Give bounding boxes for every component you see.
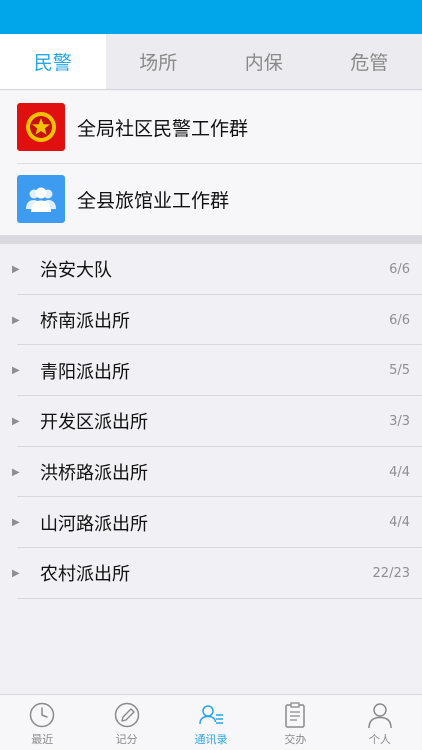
nav-label: 交办 [284,733,307,746]
tab-venues[interactable]: 场所 [106,34,212,89]
department-item[interactable]: ▶ 桥南派出所 6/6 [0,295,422,346]
department-item[interactable]: ▶ 山河路派出所 4/4 [0,497,422,548]
department-name: 洪桥路派出所 [40,463,148,485]
department-name: 山河路派出所 [40,513,148,535]
nav-label: 最近 [31,733,54,746]
tab-internal-security[interactable]: 内保 [211,34,317,89]
nav-label: 通讯录 [194,733,228,746]
nav-label: 个人 [368,733,391,746]
nav-label: 记分 [115,733,138,746]
department-item[interactable]: ▶ 开发区派出所 3/3 [0,396,422,447]
group-name: 全局社区民警工作群 [77,117,249,140]
member-count: 5/5 [389,363,410,379]
clock-icon [29,702,55,728]
person-icon [368,703,392,729]
group-list: 全局社区民警工作群 全县旅馆业工作群 [0,91,422,235]
expand-arrow-icon: ▶ [12,466,20,478]
department-item[interactable]: ▶ 治安大队 6/6 [0,244,422,295]
nav-contacts[interactable]: 通讯录 [169,695,253,750]
member-count: 4/4 [389,515,410,531]
department-name: 开发区派出所 [40,412,148,434]
department-name: 农村派出所 [40,564,130,586]
section-divider [0,235,422,244]
expand-arrow-icon: ▶ [12,567,20,579]
group-name: 全县旅馆业工作群 [77,189,230,212]
expand-arrow-icon: ▶ [12,415,20,427]
clipboard-icon [285,702,306,728]
group-item-hotel-industry[interactable]: 全县旅馆业工作群 [0,163,422,235]
member-count: 4/4 [389,464,410,480]
expand-arrow-icon: ▶ [12,517,20,529]
tab-police[interactable]: 民警 [0,34,106,89]
expand-arrow-icon: ▶ [12,263,20,275]
member-count: 22/23 [372,565,410,581]
group-item-community-police[interactable]: 全局社区民警工作群 [0,91,422,163]
expand-arrow-icon: ▶ [12,365,20,377]
pencil-icon [114,702,139,728]
member-count: 6/6 [389,312,410,328]
bottom-tab-bar: 最近 记分 通讯录 交办 个人 [0,694,422,750]
nav-assigned-tasks[interactable]: 交办 [253,695,337,750]
nav-scoring[interactable]: 记分 [84,695,168,750]
police-emblem-icon [17,103,65,151]
department-item[interactable]: ▶ 农村派出所 22/23 [0,548,422,599]
department-item[interactable]: ▶ 青阳派出所 5/5 [0,345,422,396]
nav-profile[interactable]: 个人 [338,695,422,750]
category-tabs: 民警 场所 内保 危管 [0,34,422,90]
group-people-icon [17,175,65,223]
department-item[interactable]: ▶ 洪桥路派出所 4/4 [0,447,422,498]
department-list: ▶ 治安大队 6/6 ▶ 桥南派出所 6/6 ▶ 青阳派出所 5/5 ▶ 开发区… [0,244,422,599]
department-name: 桥南派出所 [40,311,130,333]
expand-arrow-icon: ▶ [12,314,20,326]
contacts-icon [199,705,224,725]
department-name: 青阳派出所 [40,361,130,383]
member-count: 3/3 [389,413,410,429]
department-name: 治安大队 [40,260,112,282]
status-bar [0,0,422,34]
tab-hazard-management[interactable]: 危管 [317,34,422,89]
nav-recent[interactable]: 最近 [0,695,84,750]
member-count: 6/6 [389,261,410,277]
